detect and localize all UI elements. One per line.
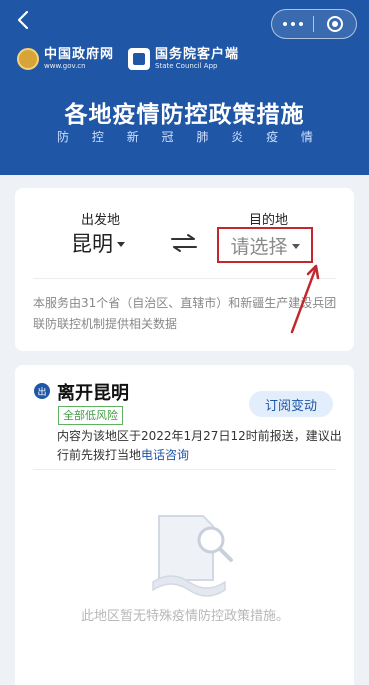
gov-name: 中国政府网 xyxy=(44,46,115,62)
dest-placeholder: 请选择 xyxy=(230,235,288,258)
swap-icon[interactable] xyxy=(169,233,199,253)
report-info: 内容为该地区于2022年1月27日12时前报送，建议出行前先拨打当地电话咨询 xyxy=(57,427,343,465)
risk-badge: 全部低风险 xyxy=(58,406,123,425)
close-icon[interactable] xyxy=(314,10,355,38)
brand-logos: 中国政府网 www.gov.cn 国务院客户端 State Council Ap… xyxy=(17,46,239,72)
app-brand: 国务院客户端 State Council App xyxy=(155,46,240,71)
annotation-arrow xyxy=(290,264,320,334)
back-icon[interactable] xyxy=(12,8,36,32)
app-logo-icon xyxy=(128,48,151,70)
dest-select[interactable]: 请选择 xyxy=(217,227,313,263)
subtitle-char: 肺 xyxy=(196,130,209,144)
header: 中国政府网 www.gov.cn 国务院客户端 State Council Ap… xyxy=(0,0,369,175)
gov-brand: 中国政府网 www.gov.cn xyxy=(44,46,115,71)
subscribe-button[interactable]: 订阅变动 xyxy=(249,391,333,417)
subtitle-char: 冠 xyxy=(161,130,174,144)
app-name: 国务院客户端 xyxy=(155,46,240,62)
subtitle-char: 情 xyxy=(300,130,313,144)
subtitle-char: 控 xyxy=(91,130,104,144)
dropdown-icon xyxy=(117,241,125,247)
leave-card: 出 离开昆明 全部低风险 订阅变动 内容为该地区于2022年1月27日12时前报… xyxy=(15,365,354,685)
gov-emblem-icon xyxy=(17,48,39,70)
departure-icon: 出 xyxy=(34,383,50,399)
gov-url: www.gov.cn xyxy=(44,61,86,70)
empty-state-text: 此地区暂无特殊疫情防控政策措施。 xyxy=(80,609,289,624)
subtitle-char: 防 xyxy=(57,130,70,144)
phone-consult-link[interactable]: 电话咨询 xyxy=(141,448,189,462)
subtitle-char: 炎 xyxy=(231,130,244,144)
origin-label: 出发地 xyxy=(81,213,121,228)
more-icon[interactable] xyxy=(272,10,313,38)
app-name-en: State Council App xyxy=(155,61,218,70)
origin-value: 昆明 xyxy=(71,232,113,256)
page-subtitle: 防 控 新 冠 肺 炎 疫 情 xyxy=(57,128,313,145)
dest-label: 目的地 xyxy=(249,213,289,228)
dropdown-icon xyxy=(291,243,300,249)
divider xyxy=(33,469,336,470)
leave-title: 离开昆明 xyxy=(57,383,129,404)
subtitle-char: 疫 xyxy=(266,130,279,144)
subtitle-char: 新 xyxy=(126,130,139,144)
report-info-text: 内容为该地区于2022年1月27日12时前报送，建议出行前先拨打当地 xyxy=(57,429,342,462)
document-search-icon xyxy=(152,515,233,597)
origin-select[interactable]: 昆明 xyxy=(71,228,125,258)
mini-program-capsule xyxy=(271,9,357,39)
page-title: 各地疫情防控政策措施 xyxy=(64,102,305,128)
